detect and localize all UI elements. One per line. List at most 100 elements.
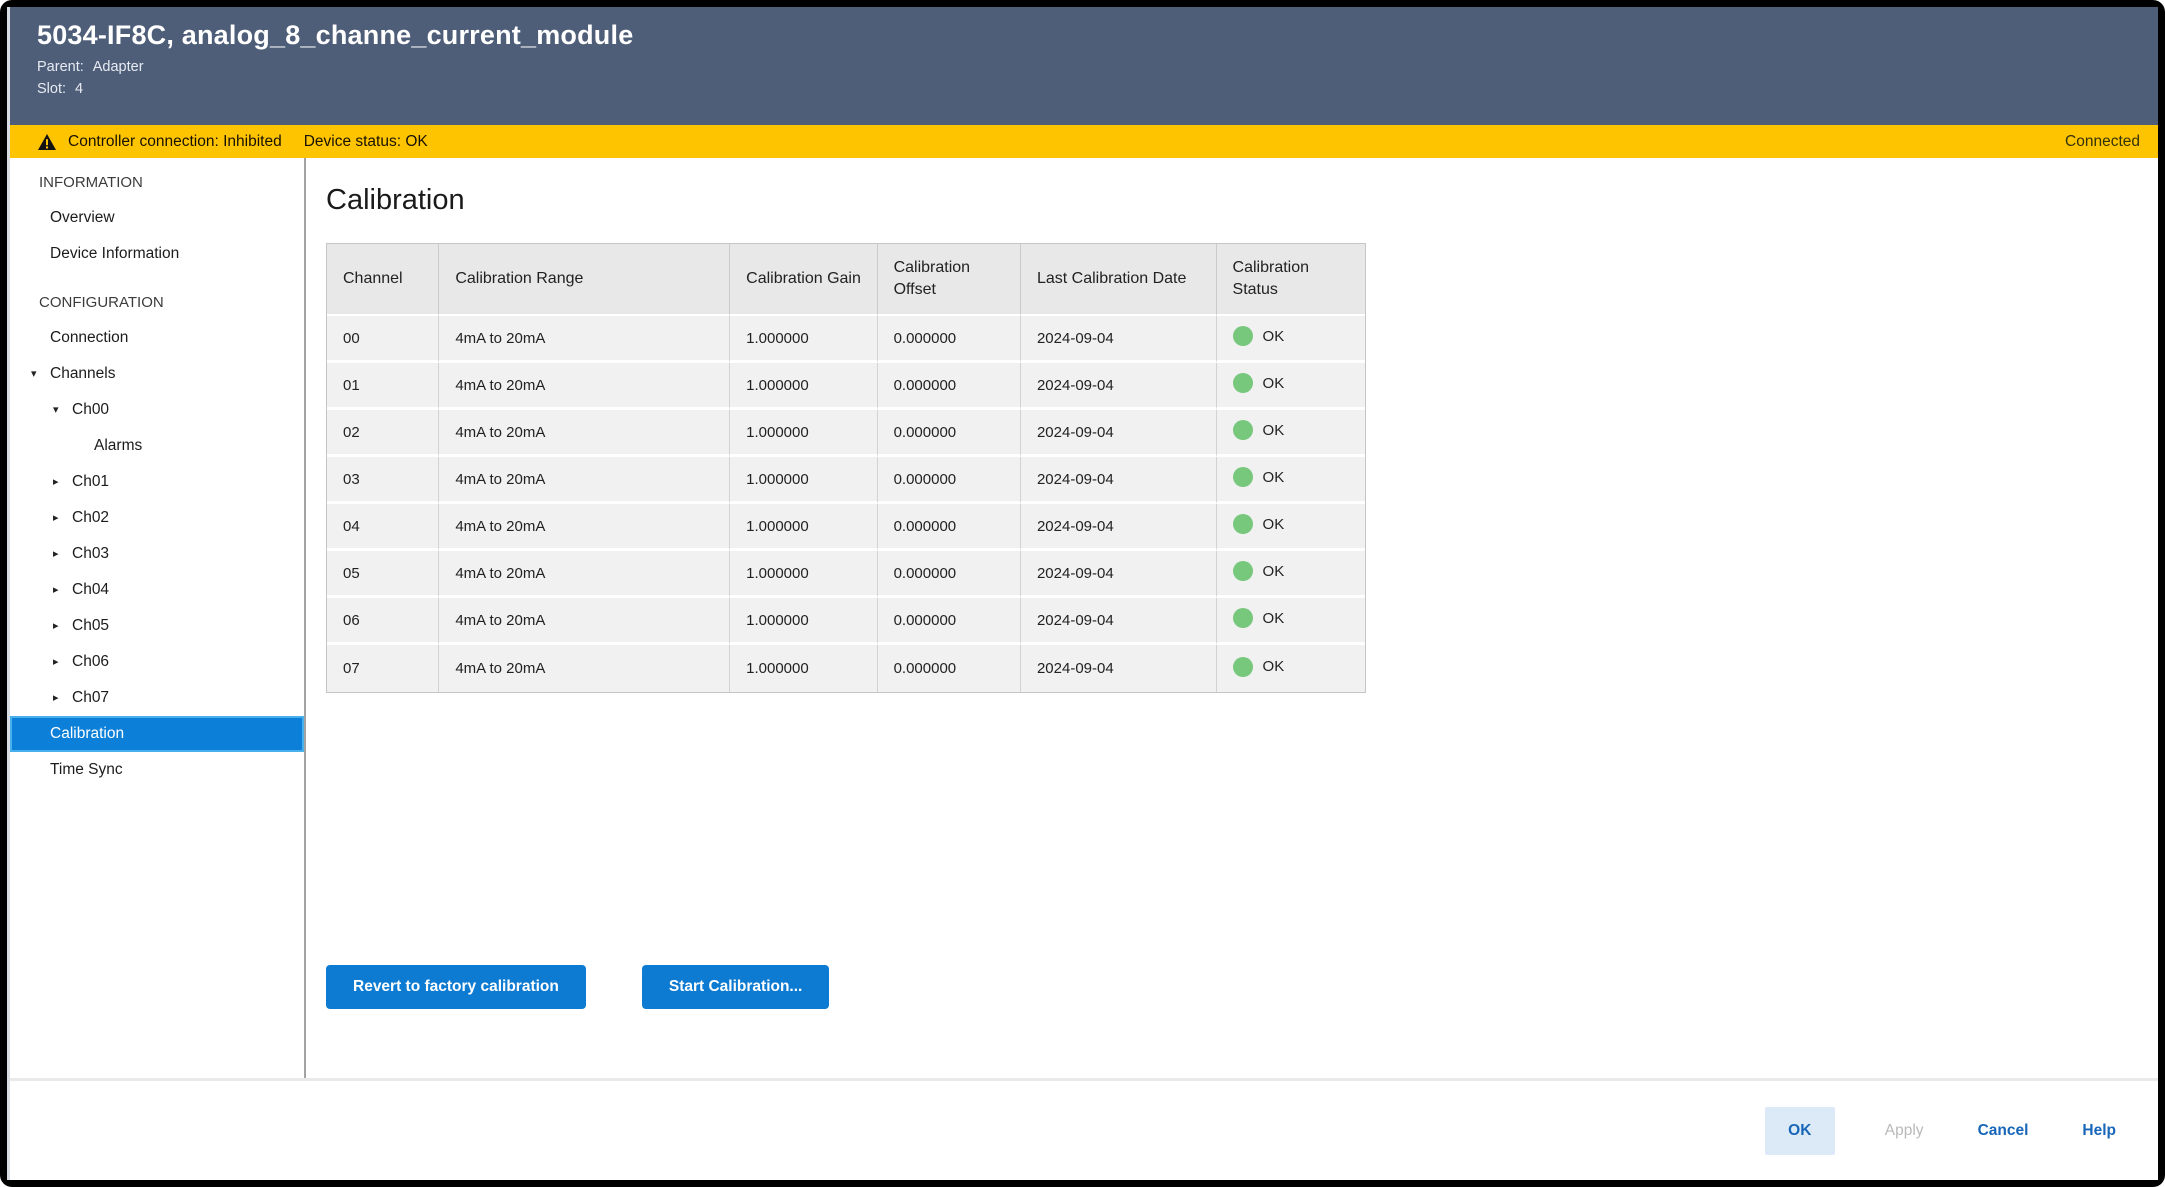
cell-date: 2024-09-04 [1021,551,1217,598]
sidebar-item-label: Overview [50,209,115,227]
sidebar-item-ch06[interactable]: ▸Ch06 [10,644,304,680]
status-label: OK [1263,658,1285,675]
sidebar-item-device-information[interactable]: Device Information [10,236,304,272]
column-header: Calibration Range [439,244,730,316]
cell-status: OK [1217,410,1365,457]
sidebar-item-channels[interactable]: ▾Channels [10,356,304,392]
sidebar-item-ch04[interactable]: ▸Ch04 [10,572,304,608]
chevron-right-icon[interactable]: ▸ [53,621,72,632]
controller-connection-status: Controller connection: Inhibited [68,133,282,151]
window-frame: 5034-IF8C, analog_8_channe_current_modul… [0,0,2165,1187]
cell-status: OK [1217,598,1365,645]
status-ok-icon [1233,561,1253,581]
cell-date: 2024-09-04 [1021,363,1217,410]
calibration-table-body: 004mA to 20mA1.0000000.0000002024-09-04O… [327,316,1365,692]
cell-channel: 07 [327,645,439,692]
sidebar-item-label: Ch04 [72,581,109,599]
help-button[interactable]: Help [2078,1122,2120,1140]
status-ok-icon [1233,420,1253,440]
column-header: Calibration Offset [878,244,1021,316]
chevron-down-icon[interactable]: ▾ [31,369,50,380]
status-ok-icon [1233,467,1253,487]
chevron-right-icon[interactable]: ▸ [53,585,72,596]
window-header: 5034-IF8C, analog_8_channe_current_modul… [10,7,2158,125]
sidebar-item-ch03[interactable]: ▸Ch03 [10,536,304,572]
cell-gain: 1.000000 [730,457,877,504]
sidebar-item-label: Ch05 [72,617,109,635]
warning-triangle-icon [38,134,56,150]
sidebar-item-ch05[interactable]: ▸Ch05 [10,608,304,644]
cell-offset: 0.000000 [878,598,1021,645]
sidebar-item-ch02[interactable]: ▸Ch02 [10,500,304,536]
chevron-right-icon[interactable]: ▸ [53,549,72,560]
status-label: OK [1263,422,1285,439]
cell-offset: 0.000000 [878,551,1021,598]
cell-range: 4mA to 20mA [439,598,730,645]
chevron-right-icon[interactable]: ▸ [53,477,72,488]
sidebar-item-calibration[interactable]: Calibration [10,716,304,752]
sidebar-item-label: Ch01 [72,473,109,491]
chevron-right-icon[interactable]: ▸ [53,693,72,704]
cell-date: 2024-09-04 [1021,410,1217,457]
status-ok-icon [1233,373,1253,393]
cell-offset: 0.000000 [878,316,1021,363]
sidebar-item-label: Time Sync [50,761,123,779]
chevron-right-icon[interactable]: ▸ [53,657,72,668]
cell-range: 4mA to 20mA [439,363,730,410]
cell-status: OK [1217,457,1365,504]
calibration-table-header-row: ChannelCalibration RangeCalibration Gain… [327,244,1365,316]
revert-factory-calibration-button[interactable]: Revert to factory calibration [326,965,586,1009]
slot-row: Slot:4 [37,81,2158,97]
column-header: Channel [327,244,439,316]
chevron-right-icon[interactable]: ▸ [53,513,72,524]
page-title: Calibration [326,184,2158,217]
table-row-ch04: 044mA to 20mA1.0000000.0000002024-09-04O… [327,504,1365,551]
action-button-row: Revert to factory calibration Start Cali… [326,965,2158,1009]
cell-date: 2024-09-04 [1021,598,1217,645]
cell-range: 4mA to 20mA [439,410,730,457]
parent-label: Parent: [37,59,84,75]
status-label: OK [1263,469,1285,486]
apply-button[interactable]: Apply [1881,1122,1928,1140]
cell-offset: 0.000000 [878,504,1021,551]
parent-value: Adapter [93,59,144,75]
sidebar-item-ch00[interactable]: ▾Ch00 [10,392,304,428]
sidebar-item-label: Ch06 [72,653,109,671]
sidebar-item-label: Channels [50,365,116,383]
device-title: 5034-IF8C, analog_8_channe_current_modul… [37,20,2158,51]
table-row-ch02: 024mA to 20mA1.0000000.0000002024-09-04O… [327,410,1365,457]
status-ok-icon [1233,514,1253,534]
cell-channel: 00 [327,316,439,363]
ok-button[interactable]: OK [1765,1107,1835,1155]
cell-gain: 1.000000 [730,410,877,457]
sidebar-item-overview[interactable]: Overview [10,200,304,236]
table-row-ch05: 054mA to 20mA1.0000000.0000002024-09-04O… [327,551,1365,598]
sidebar-item-label: Ch03 [72,545,109,563]
body: INFORMATIONOverviewDevice InformationCON… [10,158,2158,1078]
chevron-down-icon[interactable]: ▾ [53,405,72,416]
calibration-table: ChannelCalibration RangeCalibration Gain… [326,243,1366,693]
status-ok-icon [1233,657,1253,677]
start-calibration-button[interactable]: Start Calibration... [642,965,830,1009]
status-label: OK [1263,610,1285,627]
sidebar-item-alarms[interactable]: Alarms [10,428,304,464]
cell-status: OK [1217,504,1365,551]
column-header: Last Calibration Date [1021,244,1217,316]
cell-gain: 1.000000 [730,645,877,692]
sidebar-item-connection[interactable]: Connection [10,320,304,356]
sidebar-item-time-sync[interactable]: Time Sync [10,752,304,788]
table-row-ch07: 074mA to 20mA1.0000000.0000002024-09-04O… [327,645,1365,692]
device-properties-window: 5034-IF8C, analog_8_channe_current_modul… [7,7,2158,1180]
cell-status: OK [1217,645,1365,692]
sidebar-item-ch07[interactable]: ▸Ch07 [10,680,304,716]
column-header: Calibration Status [1217,244,1365,316]
cell-date: 2024-09-04 [1021,645,1217,692]
cell-range: 4mA to 20mA [439,316,730,363]
sidebar-heading-information: INFORMATION [10,164,304,200]
cancel-button[interactable]: Cancel [1974,1122,2033,1140]
cell-range: 4mA to 20mA [439,551,730,598]
sidebar-item-label: Connection [50,329,128,347]
sidebar-item-ch01[interactable]: ▸Ch01 [10,464,304,500]
status-label: OK [1263,328,1285,345]
footer-bar: OK Apply Cancel Help [10,1078,2158,1180]
